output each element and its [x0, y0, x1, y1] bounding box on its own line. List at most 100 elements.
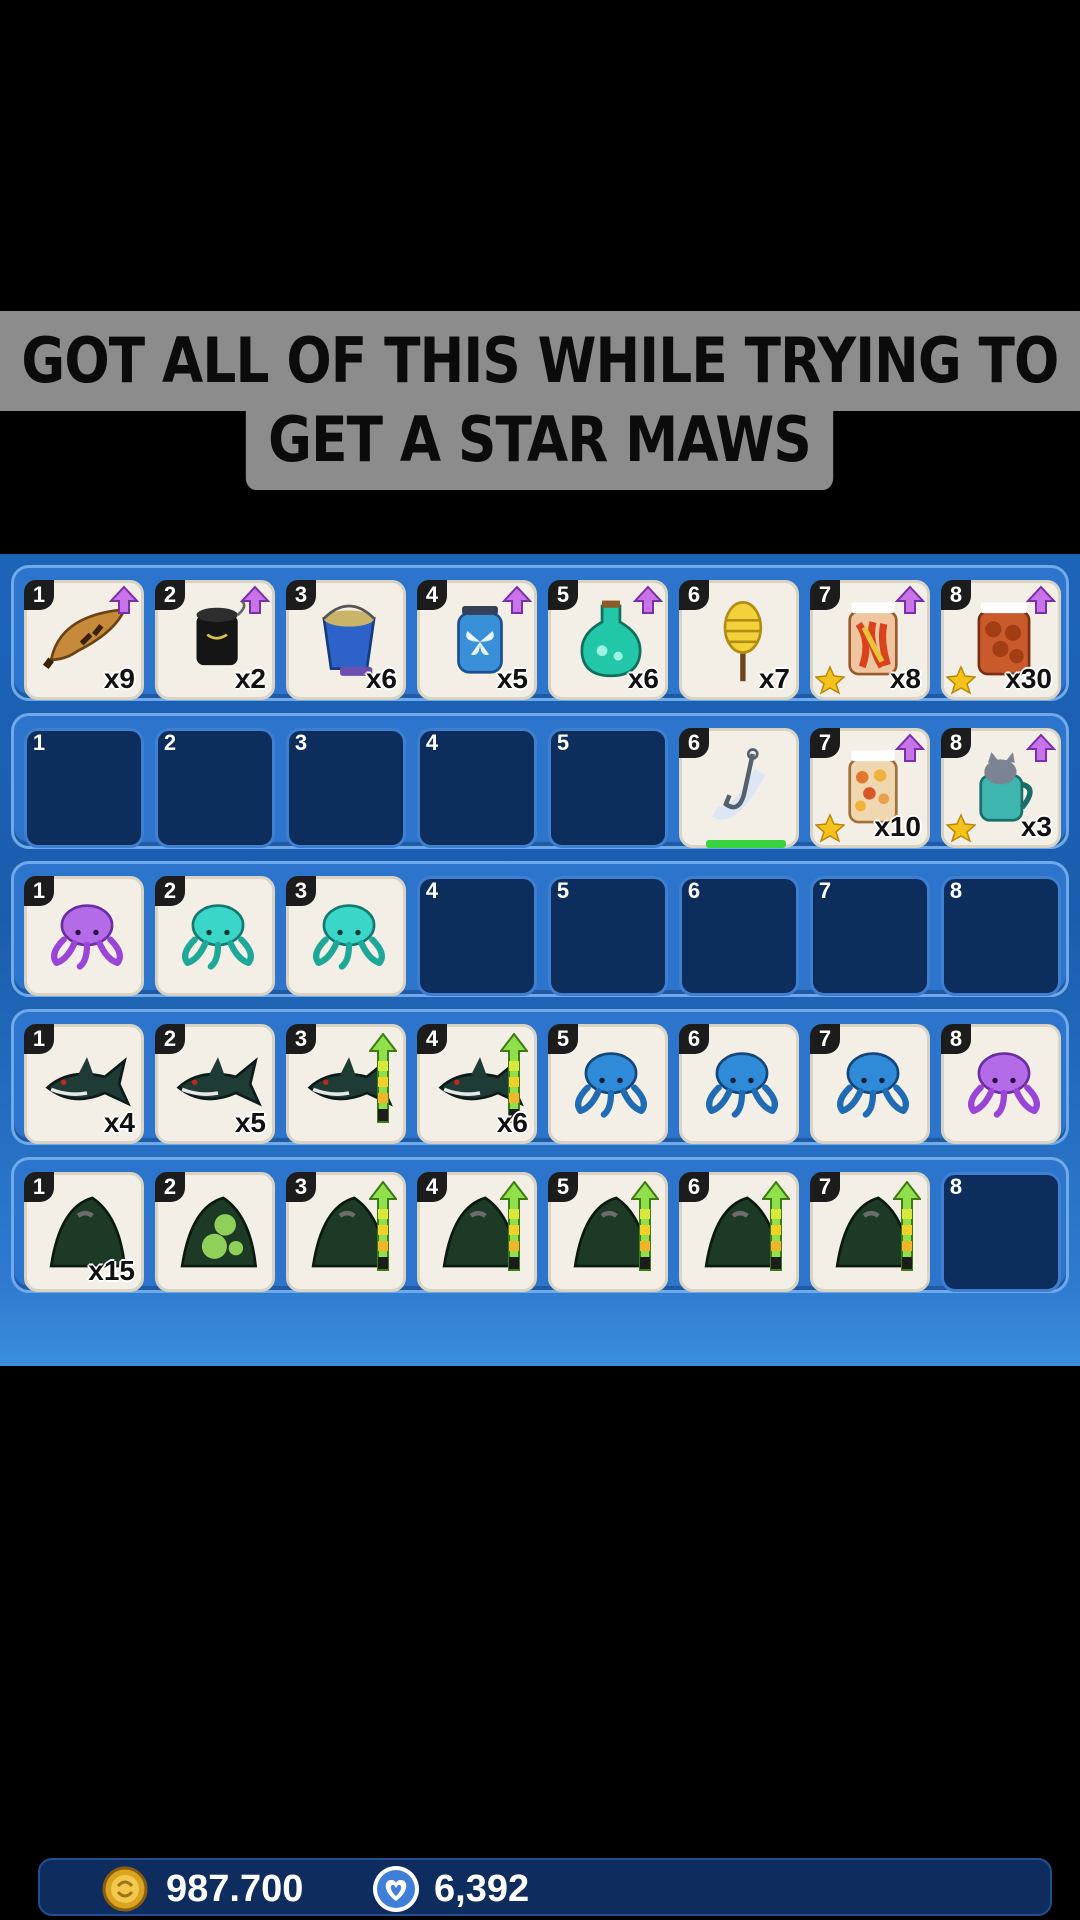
slot-number: 4: [425, 878, 439, 903]
upgrade-arrow-icon: [632, 585, 664, 615]
item-slot[interactable]: 4: [417, 1172, 537, 1292]
item-slot[interactable]: 2 x2: [155, 580, 275, 700]
inventory-panel: 1 x9 2 x2 3 x6 4 x5 5 x6 6 x7 7 x8 8 x30 1 2 3 4 5 6 7 x10 8 x3 1 2…: [0, 554, 1080, 1916]
slot-number: 2: [163, 730, 177, 755]
upgrade-arrow-icon: [239, 585, 271, 615]
item-quantity: x5: [496, 663, 528, 694]
level-up-arrow-icon: [367, 1180, 399, 1271]
empty-slot[interactable]: 8: [941, 1172, 1061, 1292]
item-quantity: x15: [88, 1255, 135, 1286]
item-quantity: x7: [758, 663, 790, 694]
blue-jellyfish-icon: [837, 1052, 909, 1118]
heart-currency-icon: [373, 1866, 419, 1912]
empty-slot[interactable]: 3: [286, 728, 406, 848]
level-up-arrow-icon: [367, 1032, 399, 1123]
item-slot[interactable]: 4 x6: [417, 1024, 537, 1144]
slot-number: 8: [949, 878, 963, 903]
progress-bar: [706, 840, 786, 848]
teal-jellyfish-icon: [182, 904, 254, 970]
item-slot[interactable]: 7: [810, 1024, 930, 1144]
coin-icon: [102, 1866, 148, 1912]
item-slot[interactable]: 6: [679, 1024, 799, 1144]
teal-jellyfish-icon: [313, 904, 385, 970]
item-quantity: x3: [1020, 811, 1052, 842]
blue-jellyfish-icon: [575, 1052, 647, 1118]
item-slot[interactable]: 7 x10: [810, 728, 930, 848]
item-slot[interactable]: 6 x7: [679, 580, 799, 700]
item-quantity: x6: [496, 1107, 528, 1138]
item-slot[interactable]: 2: [155, 876, 275, 996]
level-up-arrow-icon: [498, 1180, 530, 1271]
inventory-row-2: 1 2 3 4 5 6 7 x10 8 x3: [11, 713, 1069, 849]
item-slot[interactable]: 1 x4: [24, 1024, 144, 1144]
upgrade-arrow-icon: [1025, 733, 1057, 763]
item-slot[interactable]: 8 x3: [941, 728, 1061, 848]
item-slot[interactable]: 5: [548, 1024, 668, 1144]
item-quantity: x8: [889, 663, 921, 694]
slot-number: 8: [949, 1174, 963, 1199]
slot-number: 6: [687, 878, 701, 903]
star-icon: [945, 665, 977, 695]
item-slot[interactable]: 4 x5: [417, 580, 537, 700]
empty-slot[interactable]: 7: [810, 876, 930, 996]
item-slot[interactable]: 5 x6: [548, 580, 668, 700]
heart-amount: 6,392: [434, 1868, 530, 1910]
item-quantity: x2: [234, 663, 266, 694]
star-icon: [945, 813, 977, 843]
inventory-row-1: 1 x9 2 x2 3 x6 4 x5 5 x6 6 x7 7 x8 8 x30: [11, 565, 1069, 701]
slot-number: 4: [425, 730, 439, 755]
empty-slot[interactable]: 4: [417, 876, 537, 996]
item-slot[interactable]: 8: [941, 1024, 1061, 1144]
slot-number: 7: [818, 878, 832, 903]
mossy-rock-icon: [180, 1196, 258, 1268]
empty-slot[interactable]: 6: [679, 876, 799, 996]
item-quantity: x10: [874, 811, 921, 842]
star-icon: [814, 813, 846, 843]
empty-slot[interactable]: 4: [417, 728, 537, 848]
inventory-row-3: 1234 5 6 7 8: [11, 861, 1069, 997]
item-slot[interactable]: 6: [679, 1172, 799, 1292]
item-slot[interactable]: 3: [286, 876, 406, 996]
slot-number: 5: [556, 730, 570, 755]
item-quantity: x9: [103, 663, 135, 694]
inventory-row-4: 1 x4 2 x5 3 4 x6 5 6 7 8: [11, 1009, 1069, 1145]
empty-slot[interactable]: 5: [548, 728, 668, 848]
caption-line-2: GET A STAR MAWS: [0, 390, 1080, 490]
item-quantity: x30: [1005, 663, 1052, 694]
item-quantity: x4: [103, 1107, 135, 1138]
caption-text-2: GET A STAR MAWS: [246, 390, 834, 490]
empty-slot[interactable]: 5: [548, 876, 668, 996]
slot-number: 3: [294, 730, 308, 755]
blue-jellyfish-icon: [706, 1052, 778, 1118]
empty-slot[interactable]: 1: [24, 728, 144, 848]
item-slot[interactable]: 1 x15: [24, 1172, 144, 1292]
item-slot[interactable]: 7: [810, 1172, 930, 1292]
item-slot[interactable]: 3 x6: [286, 580, 406, 700]
item-slot[interactable]: 3: [286, 1172, 406, 1292]
fishing-hook-icon: [711, 748, 766, 820]
empty-slot[interactable]: 2: [155, 728, 275, 848]
upgrade-arrow-icon: [1025, 585, 1057, 615]
level-up-arrow-icon: [760, 1180, 792, 1271]
slot-number: 5: [556, 878, 570, 903]
purple-jellyfish-icon: [968, 1052, 1040, 1118]
upgrade-arrow-icon: [501, 585, 533, 615]
item-slot[interactable]: 2 x5: [155, 1024, 275, 1144]
purple-jellyfish-icon: [51, 904, 123, 970]
empty-slot[interactable]: 8: [941, 876, 1061, 996]
item-slot[interactable]: 5: [548, 1172, 668, 1292]
upgrade-arrow-icon: [108, 585, 140, 615]
item-slot[interactable]: 1: [24, 876, 144, 996]
upgrade-arrow-icon: [894, 733, 926, 763]
item-slot[interactable]: 6: [679, 728, 799, 848]
item-quantity: x6: [365, 663, 397, 694]
upgrade-arrow-icon: [894, 585, 926, 615]
item-quantity: x6: [627, 663, 659, 694]
item-slot[interactable]: 1 x9: [24, 580, 144, 700]
item-slot[interactable]: 2: [155, 1172, 275, 1292]
inventory-row-5: 1 x15 2 3 4 5 6 7 8: [11, 1157, 1069, 1293]
item-slot[interactable]: 8 x30: [941, 580, 1061, 700]
slot-number: 1: [32, 730, 46, 755]
item-slot[interactable]: 7 x8: [810, 580, 930, 700]
item-slot[interactable]: 3: [286, 1024, 406, 1144]
